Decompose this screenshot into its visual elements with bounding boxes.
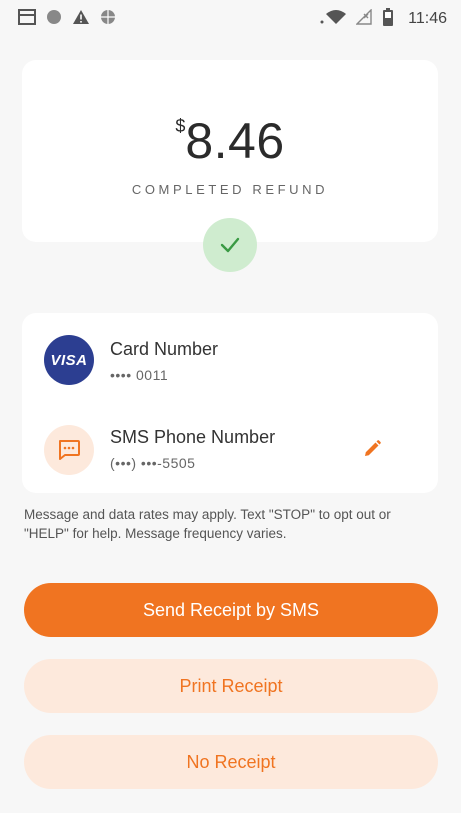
- status-bar: 11:46: [0, 0, 461, 38]
- refund-status-label: COMPLETED REFUND: [131, 182, 329, 197]
- send-receipt-sms-button[interactable]: Send Receipt by SMS: [24, 583, 438, 637]
- refund-summary-card: $8.46 COMPLETED REFUND: [22, 60, 438, 242]
- card-number-value: •••• 0011: [110, 367, 169, 383]
- currency-symbol: $: [175, 116, 186, 136]
- print-receipt-button[interactable]: Print Receipt: [24, 659, 438, 713]
- refund-amount: $8.46: [22, 112, 438, 170]
- status-left: [18, 8, 116, 30]
- card-number-row: VISA Card Number •••• 0011: [22, 333, 438, 393]
- receipt-details-card: VISA Card Number •••• 0011 SMS Phone Num…: [22, 313, 438, 493]
- dot-icon: [46, 9, 62, 30]
- sms-phone-title: SMS Phone Number: [110, 427, 276, 447]
- sms-phone-value: (•••) •••-5505: [110, 455, 196, 471]
- sms-phone-row: SMS Phone Number (•••) •••-5505: [22, 421, 438, 481]
- sms-disclaimer: Message and data rates may apply. Text "…: [24, 507, 391, 541]
- pencil-icon: [362, 439, 382, 464]
- edit-phone-button[interactable]: [352, 435, 392, 467]
- sms-message-icon: [44, 425, 94, 475]
- success-check-icon: [203, 218, 257, 272]
- globe-icon: [100, 9, 116, 30]
- status-time: 11:46: [408, 10, 447, 27]
- notification-card-icon: [18, 8, 36, 30]
- battery-icon: [382, 7, 394, 31]
- wifi-icon: [320, 8, 347, 31]
- visa-logo: VISA: [44, 335, 94, 385]
- no-signal-icon: [355, 7, 372, 30]
- amount-value: 8.46: [185, 113, 285, 169]
- status-right: 11:46: [320, 7, 447, 31]
- no-receipt-button[interactable]: No Receipt: [24, 735, 438, 789]
- warning-icon: [72, 9, 90, 30]
- card-number-title: Card Number: [110, 339, 219, 359]
